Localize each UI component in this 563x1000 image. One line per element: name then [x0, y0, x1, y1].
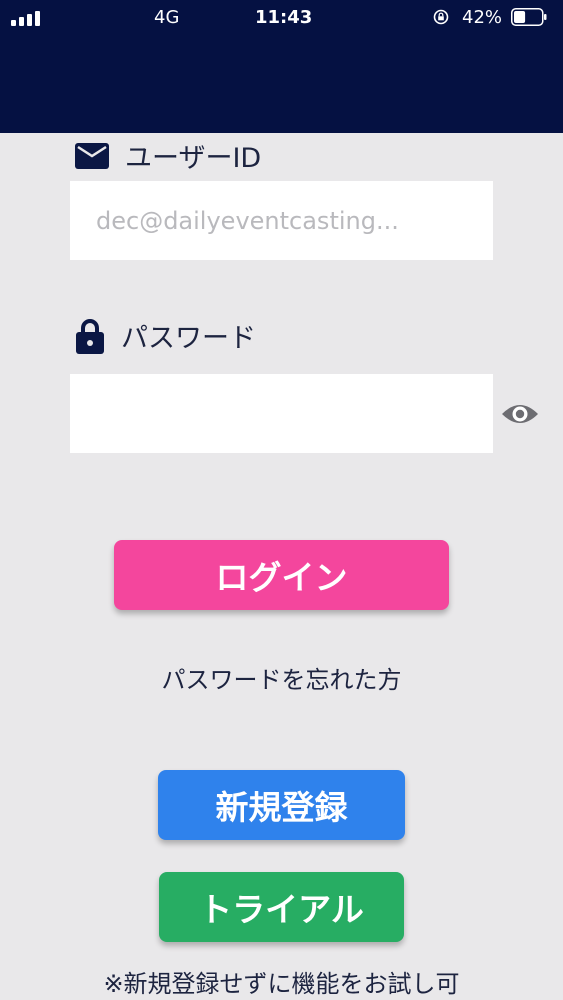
clock: 11:43 — [255, 7, 313, 28]
user-id-label-row: ユーザーID — [75, 136, 261, 175]
eye-icon[interactable] — [500, 400, 540, 428]
password-label-row: パスワード — [75, 316, 256, 355]
rotation-lock-icon — [433, 9, 449, 25]
mail-icon — [75, 142, 109, 169]
user-id-input[interactable] — [96, 181, 456, 260]
lock-icon — [76, 318, 104, 354]
battery-percent: 42% — [462, 7, 503, 28]
user-id-label: ユーザーID — [125, 143, 262, 174]
trial-button[interactable]: トライアル — [159, 872, 404, 942]
forgot-password-link[interactable]: パスワードを忘れた方 — [0, 660, 563, 695]
password-label: パスワード — [121, 323, 256, 354]
password-field[interactable] — [70, 374, 538, 453]
login-button[interactable]: ログイン — [114, 540, 449, 610]
password-input[interactable] — [96, 374, 456, 453]
network-type: 4G — [154, 7, 180, 28]
status-bar: 4G 11:43 42% — [0, 0, 563, 36]
battery-icon — [511, 8, 547, 26]
user-id-field[interactable] — [70, 181, 493, 260]
trial-note: ※新規登録せずに機能をお試し可 — [103, 970, 460, 998]
signal-strength-icon — [11, 10, 43, 26]
app-header: 4G 11:43 42% — [0, 0, 563, 133]
register-button[interactable]: 新規登録 — [158, 770, 405, 840]
